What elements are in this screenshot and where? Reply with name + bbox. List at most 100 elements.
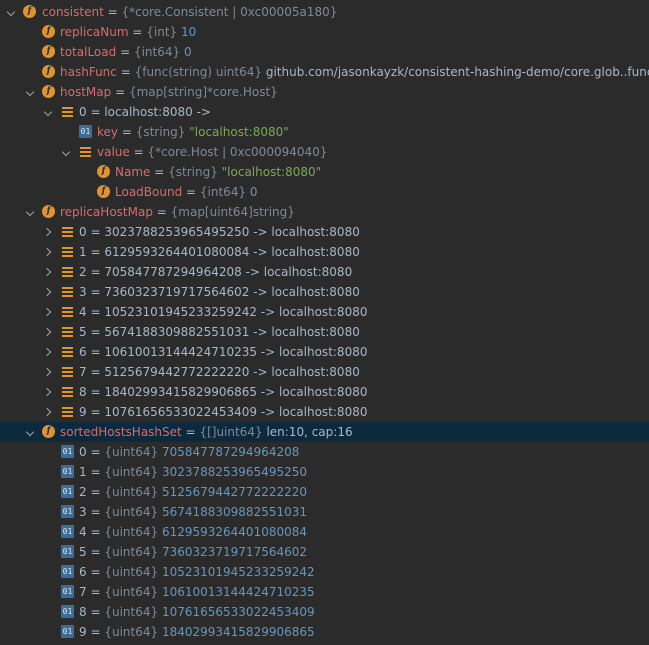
field-icon: f (42, 45, 55, 58)
map-entry-label: 0 = localhost:8080 -> (79, 105, 211, 119)
equals-sign: = (120, 65, 135, 79)
tree-row-replica-entry[interactable]: 1 = 6129593264401080084 -> localhost:808… (0, 242, 649, 262)
collapse-arrow-icon[interactable] (42, 382, 56, 402)
expand-arrow-icon[interactable] (24, 422, 38, 442)
variable-name: key (97, 125, 119, 139)
row-content: totalLoad = {int64} 0 (60, 42, 192, 62)
tree-row-hostMap[interactable]: f hostMap = {map[string]*core.Host} (0, 82, 649, 102)
tree-row-replica-entry[interactable]: 0 = 3023788253965495250 -> localhost:808… (0, 222, 649, 242)
item-type: {uint64} (104, 525, 159, 539)
row-content: sortedHostsHashSet = {[]uint64} len:10, … (60, 422, 353, 442)
debugger-variables-tree: f consistent = {*core.Consistent | 0xc00… (0, 0, 649, 645)
row-content: consistent = {*core.Consistent | 0xc0000… (42, 2, 337, 22)
tree-row-slice-item[interactable]: 01 1 = {uint64} 3023788253965495250 (0, 462, 649, 482)
item-index: 6 (79, 565, 87, 579)
tree-row-replica-entry[interactable]: 5 = 5674188309882551031 -> localhost:808… (0, 322, 649, 342)
primitive-icon: 01 (61, 465, 74, 478)
row-content: 2 = {uint64} 5125679442772222220 (79, 482, 307, 502)
map-entry-icon (61, 305, 74, 318)
variable-type: {map[string]*core.Host} (128, 85, 278, 99)
variable-value: "localhost:8080" (221, 165, 322, 179)
tree-row-slice-item[interactable]: 01 6 = {uint64} 10523101945233259242 (0, 562, 649, 582)
primitive-icon: 01 (61, 605, 74, 618)
collapse-arrow-icon[interactable] (42, 402, 56, 422)
collapse-arrow-icon[interactable] (42, 282, 56, 302)
map-entry-icon (61, 365, 74, 378)
primitive-icon: 01 (61, 485, 74, 498)
tree-row-key[interactable]: 01 key = {string} "localhost:8080" (0, 122, 649, 142)
tree-row-replica-entry[interactable]: 3 = 7360323719717564602 -> localhost:808… (0, 282, 649, 302)
tree-row-replica-entry[interactable]: 4 = 10523101945233259242 -> localhost:80… (0, 302, 649, 322)
collapse-arrow-icon[interactable] (42, 222, 56, 242)
equals-sign: = (154, 165, 169, 179)
variable-type: {func(string) uint64} (134, 65, 263, 79)
tree-row-slice-item[interactable]: 01 9 = {uint64} 18402993415829906865 (0, 622, 649, 642)
field-icon: f (42, 85, 55, 98)
tree-row-replica-entry[interactable]: 2 = 705847787294964208 -> localhost:8080 (0, 262, 649, 282)
variable-name: replicaNum (60, 25, 129, 39)
field-icon: f (97, 185, 110, 198)
expand-arrow-icon[interactable] (60, 142, 74, 162)
item-type: {uint64} (104, 465, 159, 479)
tree-row-slice-item[interactable]: 01 7 = {uint64} 10610013144424710235 (0, 582, 649, 602)
tree-row-slice-item[interactable]: 01 2 = {uint64} 5125679442772222220 (0, 482, 649, 502)
row-content: hashFunc = {func(string) uint64} github.… (60, 62, 649, 82)
item-value: 10610013144424710235 (161, 585, 315, 599)
collapse-arrow-icon[interactable] (42, 362, 56, 382)
item-type: {uint64} (104, 585, 159, 599)
tree-row-slice-item[interactable]: 01 0 = {uint64} 705847787294964208 (0, 442, 649, 462)
row-content: 7 = {uint64} 10610013144424710235 (79, 582, 315, 602)
tree-row-Name[interactable]: f Name = {string} "localhost:8080" (0, 162, 649, 182)
row-content: 0 = {uint64} 705847787294964208 (79, 442, 299, 462)
row-content: replicaNum = {int} 10 (60, 22, 196, 42)
tree-row-hostMap-entry[interactable]: 0 = localhost:8080 -> (0, 102, 649, 122)
variable-value: "localhost:8080" (189, 125, 289, 139)
expand-arrow-icon[interactable] (24, 82, 38, 102)
tree-row-replica-entry[interactable]: 7 = 5125679442772222220 -> localhost:808… (0, 362, 649, 382)
row-content: replicaHostMap = {map[uint64]string} (60, 202, 295, 222)
expand-arrow-icon[interactable] (5, 2, 19, 22)
map-entry-icon (61, 385, 74, 398)
tree-row-replica-entry[interactable]: 9 = 10761656533022453409 -> localhost:80… (0, 402, 649, 422)
item-value: 6129593264401080084 (161, 525, 308, 539)
tree-row-slice-item[interactable]: 01 8 = {uint64} 10761656533022453409 (0, 602, 649, 622)
tree-row-replica-entry[interactable]: 8 = 18402993415829906865 -> localhost:80… (0, 382, 649, 402)
item-value: 5125679442772222220 (161, 485, 308, 499)
tree-row-replicaHostMap[interactable]: f replicaHostMap = {map[uint64]string} (0, 202, 649, 222)
collapse-arrow-icon[interactable] (42, 262, 56, 282)
row-content: 3 = {uint64} 5674188309882551031 (79, 502, 307, 522)
tree-row-replica-entry[interactable]: 6 = 10610013144424710235 -> localhost:80… (0, 342, 649, 362)
tree-row-hashFunc[interactable]: f hashFunc = {func(string) uint64} githu… (0, 62, 649, 82)
variable-name: hostMap (60, 85, 112, 99)
tree-row-slice-item[interactable]: 01 3 = {uint64} 5674188309882551031 (0, 502, 649, 522)
variable-type: {int64} (199, 185, 247, 199)
collapse-arrow-icon[interactable] (42, 322, 56, 342)
map-entry-icon (61, 345, 74, 358)
row-content: 0 = localhost:8080 -> (79, 102, 211, 122)
collapse-arrow-icon[interactable] (42, 242, 56, 262)
variable-type: {*core.Consistent | 0xc00005a180} (121, 5, 338, 19)
tree-row-slice-item[interactable]: 01 4 = {uint64} 6129593264401080084 (0, 522, 649, 542)
tree-row-value[interactable]: value = {*core.Host | 0xc000094040} (0, 142, 649, 162)
map-entry-label: 0 = 3023788253965495250 -> localhost:808… (79, 225, 360, 239)
map-entry-label: 7 = 5125679442772222220 -> localhost:808… (79, 365, 360, 379)
row-content: value = {*core.Host | 0xc000094040} (97, 142, 327, 162)
expand-arrow-icon[interactable] (42, 102, 56, 122)
item-type: {uint64} (104, 565, 159, 579)
expand-arrow-icon[interactable] (24, 202, 38, 222)
row-content: 5 = {uint64} 7360323719717564602 (79, 542, 307, 562)
primitive-icon: 01 (61, 565, 74, 578)
tree-row-sortedHostsHashSet[interactable]: f sortedHostsHashSet = {[]uint64} len:10… (0, 422, 649, 442)
row-content: Name = {string} "localhost:8080" (115, 162, 321, 182)
variable-name: hashFunc (60, 65, 117, 79)
tree-row-slice-item[interactable]: 01 5 = {uint64} 7360323719717564602 (0, 542, 649, 562)
collapse-arrow-icon[interactable] (42, 302, 56, 322)
tree-row-totalLoad[interactable]: f totalLoad = {int64} 0 (0, 42, 649, 62)
tree-row-replicaNum[interactable]: f replicaNum = {int} 10 (0, 22, 649, 42)
item-index: 4 (79, 525, 87, 539)
tree-row-LoadBound[interactable]: f LoadBound = {int64} 0 (0, 182, 649, 202)
collapse-arrow-icon[interactable] (42, 342, 56, 362)
row-content: 6 = {uint64} 10523101945233259242 (79, 562, 315, 582)
tree-row-consistent[interactable]: f consistent = {*core.Consistent | 0xc00… (0, 2, 649, 22)
equals-sign: = (86, 445, 105, 459)
